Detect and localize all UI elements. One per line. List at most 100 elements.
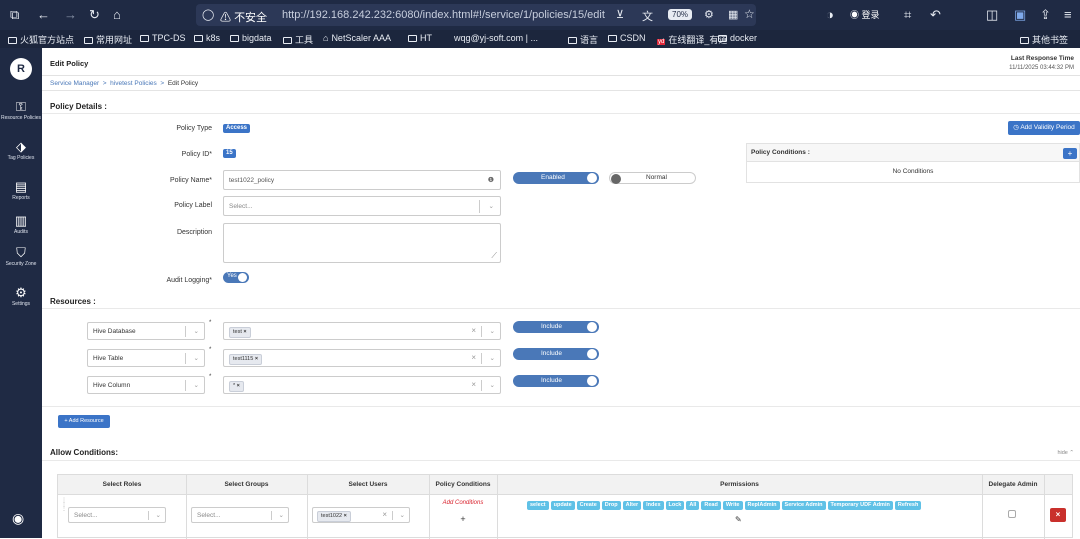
- drag-handle-icon[interactable]: ⋮ ⋮ ⋮: [61, 498, 67, 512]
- bookmark-item[interactable]: TPC-DS: [140, 33, 186, 43]
- translate-icon[interactable]: 文: [642, 8, 653, 24]
- sidebar-item-settings[interactable]: ⚙ Settings: [0, 286, 42, 308]
- bookmark-item[interactable]: 常用网址: [84, 33, 132, 46]
- breadcrumb-link[interactable]: hivetest Policies: [110, 80, 157, 87]
- address-bar[interactable]: ◯ ⚠ 不安全 http://192.168.242.232:6080/inde…: [196, 4, 756, 26]
- sidebar-item-reports[interactable]: ▤ Reports: [0, 180, 42, 202]
- ranger-logo[interactable]: R: [10, 58, 32, 80]
- login-button[interactable]: ◉ 登录: [850, 8, 880, 21]
- reader-icon[interactable]: ▣: [1014, 7, 1026, 23]
- description-textarea[interactable]: ⟋: [223, 223, 501, 263]
- clear-icon[interactable]: ×: [382, 510, 387, 519]
- resize-handle-icon[interactable]: ⟋: [491, 251, 497, 261]
- sidebar-item-security-zone[interactable]: ⛉ Security Zone: [0, 246, 42, 268]
- resource-type-select[interactable]: Hive Column ⌄: [87, 376, 205, 394]
- policy-name-input[interactable]: test1022_policy ❶: [223, 170, 501, 190]
- toggle-knob: [587, 322, 597, 332]
- account-sync-icon[interactable]: ◑: [826, 7, 834, 23]
- select-groups-input[interactable]: Select... ⌄: [191, 507, 289, 523]
- clear-icon[interactable]: ×: [471, 380, 476, 389]
- bookmark-star-icon[interactable]: ☆: [744, 7, 755, 21]
- chevron-down-icon[interactable]: ⌄: [400, 508, 405, 523]
- add-resource-button[interactable]: + Add Resource: [58, 415, 110, 428]
- tab-overview-icon[interactable]: ⧉: [10, 7, 19, 23]
- chevron-down-icon[interactable]: ⌄: [156, 508, 161, 523]
- include-toggle[interactable]: Include: [513, 321, 599, 333]
- user-chip[interactable]: test1022 ×: [317, 511, 351, 522]
- chevron-down-icon[interactable]: ⌄: [490, 323, 495, 340]
- add-conditions-link[interactable]: Add Conditions: [429, 500, 497, 506]
- resource-value-input[interactable]: test1115 × × ⌄: [223, 349, 501, 367]
- forward-icon[interactable]: →: [64, 7, 77, 23]
- home-icon[interactable]: ⌂: [113, 7, 121, 23]
- bookmark-item[interactable]: 工具: [283, 33, 313, 46]
- policy-label-select[interactable]: Select... ⌄: [223, 196, 501, 216]
- resource-chip[interactable]: * ×: [229, 381, 244, 392]
- chevron-down-icon[interactable]: ⌄: [194, 377, 199, 394]
- breadcrumb-link[interactable]: Service Manager: [50, 80, 99, 87]
- sidebar-icon[interactable]: ◫: [986, 7, 998, 23]
- bookmark-item[interactable]: 火狐官方站点: [8, 33, 74, 46]
- bookmark-item[interactable]: yd 在线翻译_有道: [657, 33, 727, 46]
- delegate-admin-checkbox[interactable]: [1008, 510, 1016, 518]
- grid-icon[interactable]: ▦: [728, 8, 738, 21]
- resource-chip[interactable]: test1115 ×: [229, 354, 263, 365]
- download-icon[interactable]: ⊻: [616, 8, 624, 21]
- resource-type-select[interactable]: Hive Table ⌄: [87, 349, 205, 367]
- bookmark-item[interactable]: ⌂ NetScaler AAA: [323, 33, 391, 43]
- back-icon[interactable]: ←: [37, 7, 50, 23]
- zoom-level[interactable]: 70%: [668, 9, 693, 20]
- other-bookmarks[interactable]: 其他书签: [1020, 33, 1068, 46]
- bookmark-item[interactable]: docker: [718, 33, 757, 43]
- remove-icon[interactable]: ×: [255, 356, 258, 362]
- include-toggle[interactable]: Include: [513, 375, 599, 387]
- resource-type-select[interactable]: Hive Database ⌄: [87, 322, 205, 340]
- resource-value-input[interactable]: * × × ⌄: [223, 376, 501, 394]
- include-toggle[interactable]: Include: [513, 348, 599, 360]
- share-icon[interactable]: ⇪: [1040, 7, 1051, 23]
- sidebar-item-tag-policies[interactable]: ⬗ Tag Policies: [0, 140, 42, 162]
- chevron-down-icon[interactable]: ⌄: [490, 377, 495, 394]
- delete-row-button[interactable]: ×: [1050, 508, 1066, 522]
- chevron-down-icon[interactable]: ⌄: [490, 350, 495, 367]
- select-roles-input[interactable]: Select... ⌄: [68, 507, 166, 523]
- menu-icon[interactable]: ≡: [1064, 7, 1072, 23]
- hide-toggle[interactable]: hide ⌃: [1057, 450, 1074, 456]
- chevron-down-icon[interactable]: ⌄: [489, 197, 494, 216]
- remove-icon[interactable]: ×: [237, 383, 240, 389]
- bookmark-item[interactable]: HT: [408, 33, 432, 43]
- url-text[interactable]: http://192.168.242.232:6080/index.html#!…: [282, 9, 605, 21]
- sidebar-item-resource-policies[interactable]: ⚿ Resource Policies: [0, 100, 42, 122]
- sidebar-item-audits[interactable]: ▥ Audits: [0, 214, 42, 236]
- chevron-down-icon[interactable]: ⌄: [194, 350, 199, 367]
- chevron-down-icon[interactable]: ⌄: [279, 508, 284, 523]
- resource-value-input[interactable]: test × × ⌄: [223, 322, 501, 340]
- clear-icon[interactable]: ×: [471, 353, 476, 362]
- info-icon[interactable]: ❶: [488, 171, 494, 190]
- bookmark-item[interactable]: 语言: [568, 33, 598, 46]
- bookmark-item[interactable]: CSDN: [608, 33, 646, 43]
- permissions-list[interactable]: select update Create Drop Alter Index Lock All R…: [527, 499, 967, 510]
- resource-chip[interactable]: test ×: [229, 327, 251, 338]
- undo-icon[interactable]: ↶: [930, 7, 941, 23]
- remove-icon[interactable]: ×: [243, 329, 246, 335]
- bookmark-item[interactable]: wqg@yj-soft.com | ...: [454, 33, 538, 43]
- add-condition-button[interactable]: +: [1063, 148, 1077, 159]
- add-condition-plus-icon[interactable]: +: [429, 514, 497, 524]
- normal-toggle[interactable]: Normal: [609, 172, 696, 184]
- crop-icon[interactable]: ⌗: [904, 7, 911, 23]
- security-label[interactable]: ⚠ 不安全: [220, 9, 267, 25]
- reload-icon[interactable]: ↻: [89, 7, 100, 23]
- add-validity-period-button[interactable]: ◷ Add Validity Period: [1008, 121, 1080, 135]
- bookmark-item[interactable]: k8s: [194, 33, 220, 43]
- extension-icon[interactable]: ⚙: [704, 8, 714, 21]
- edit-permissions-pencil-icon[interactable]: ✎: [735, 515, 742, 524]
- user-avatar-icon[interactable]: ◉: [12, 510, 24, 527]
- audit-logging-toggle[interactable]: Yes: [223, 272, 249, 283]
- chevron-down-icon[interactable]: ⌄: [194, 323, 199, 340]
- select-users-input[interactable]: test1022 × × ⌄: [312, 507, 410, 523]
- enabled-toggle[interactable]: Enabled: [513, 172, 599, 184]
- remove-icon[interactable]: ×: [344, 513, 347, 519]
- clear-icon[interactable]: ×: [471, 326, 476, 335]
- bookmark-item[interactable]: bigdata: [230, 33, 272, 43]
